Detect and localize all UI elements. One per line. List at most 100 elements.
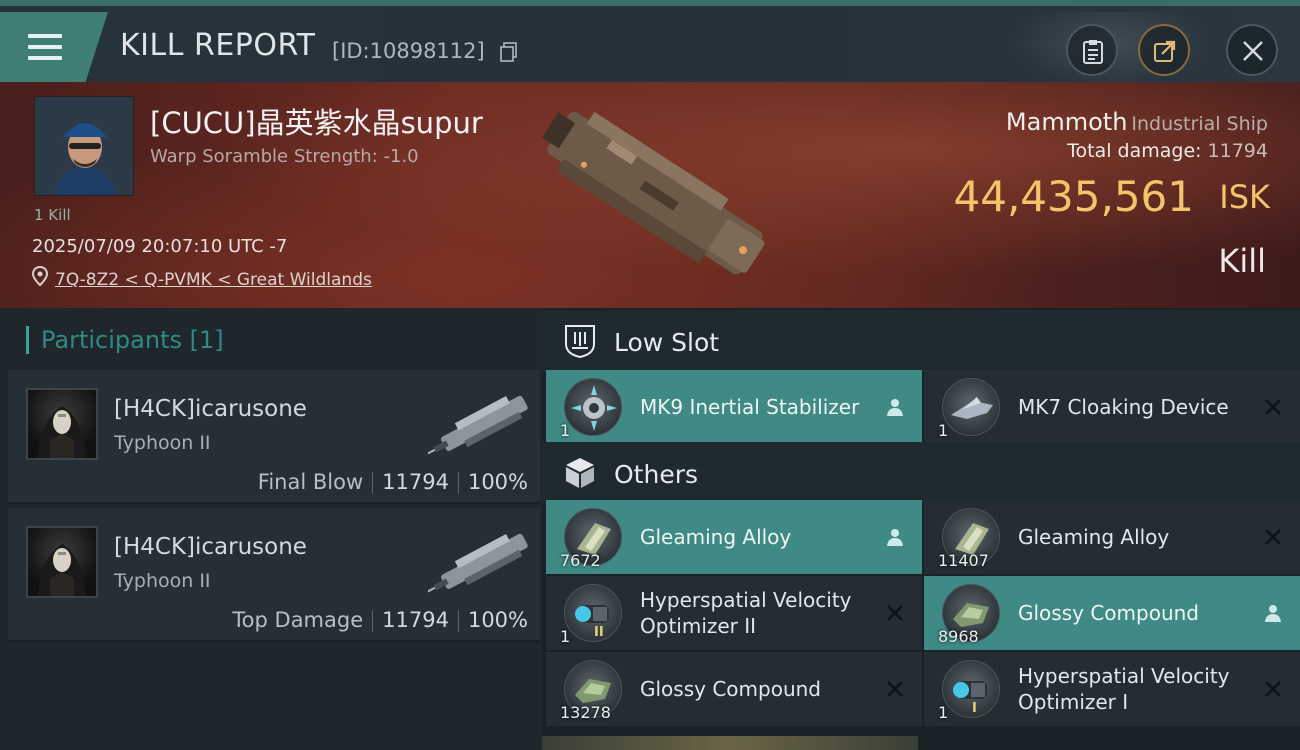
participant-stats: Final Blow 11794 100% — [258, 470, 528, 494]
dropped-person-icon — [1265, 605, 1281, 622]
menu-button[interactable] — [0, 12, 108, 86]
victim-banner: [CUCU]晶英紫水晶supur Warp Soramble Strength:… — [0, 82, 1300, 308]
close-button[interactable] — [1226, 24, 1278, 76]
participant-ship-image — [428, 395, 528, 460]
participants-panel: Participants [1] [H4CK]icarusone Typhoon… — [0, 308, 542, 750]
item-card[interactable]: 11407 Gleaming Alloy — [924, 500, 1300, 574]
victim-ship-image — [541, 111, 765, 275]
cube-icon — [566, 458, 594, 488]
others-label: Others — [614, 460, 699, 489]
dropped-person-icon — [887, 399, 903, 416]
participant-row[interactable]: [H4CK]icarusone Typhoon II Top Damage 117… — [8, 508, 540, 642]
participant-ship: Typhoon II — [114, 432, 211, 454]
header-bar: KILL REPORT [ID:10898112] — [0, 0, 1300, 88]
pilot-portrait — [35, 97, 133, 195]
fitting-items-panel: Low Slot 1 MK9 Inertial Stabilizer 1 MK7… — [542, 308, 1300, 750]
kill-location-link[interactable]: 7Q-8Z2 < Q-PVMK < Great Wildlands — [55, 270, 372, 290]
section-low-slot: Low Slot — [542, 310, 1300, 372]
item-name: Glossy Compound — [640, 677, 821, 701]
participant-avatar — [26, 526, 98, 598]
isk-value: 44,435,561 — [953, 172, 1194, 221]
kill-result-label: Kill — [1218, 242, 1266, 280]
participant-role: Final Blow — [257, 470, 364, 494]
copy-icon[interactable] — [500, 42, 518, 62]
hooded-pilot-portrait — [38, 406, 86, 458]
participants-heading-label: Participants — [41, 326, 182, 354]
participant-row[interactable]: [H4CK]icarusone Typhoon II Final Blow 117… — [8, 370, 540, 504]
participant-percent: 100% — [467, 608, 528, 632]
page-title: KILL REPORT — [120, 28, 316, 63]
victim-name[interactable]: [CUCU]晶英紫水晶supur — [150, 100, 483, 142]
destroyed-x-icon — [1265, 399, 1281, 415]
item-quantity: 8968 — [938, 627, 979, 646]
tier-label: I — [972, 701, 977, 716]
share-icon — [1154, 40, 1176, 62]
total-damage: Total damage: 11794 — [1067, 140, 1268, 162]
clipboard-button[interactable] — [1066, 24, 1118, 76]
isk-unit: ISK — [1219, 178, 1270, 216]
tier-label: II — [594, 625, 604, 640]
low-slot-label: Low Slot — [614, 328, 720, 357]
item-quantity: 7672 — [560, 551, 601, 570]
victim-avatar[interactable] — [34, 96, 134, 196]
item-name: MK7 Cloaking Device — [1018, 395, 1229, 419]
low-slot-icon — [565, 325, 595, 358]
dropped-person-icon — [887, 529, 903, 546]
inertial-stabilizer-icon — [564, 378, 622, 436]
ship-name: Mammoth — [1005, 108, 1128, 136]
item-card[interactable]: I 1 Hyperspatial Velocity Optimizer I — [924, 652, 1300, 726]
item-name: Hyperspatial Velocity Optimizer I — [1018, 664, 1230, 714]
cloaking-device-icon — [942, 378, 1000, 436]
victim-ship-type[interactable]: Mammoth Industrial Ship — [1006, 108, 1268, 136]
report-id: [ID:10898112] — [332, 39, 485, 63]
item-name: Gleaming Alloy — [1018, 525, 1170, 549]
item-name: MK9 Inertial Stabilizer — [640, 395, 860, 419]
item-card[interactable]: 1 MK9 Inertial Stabilizer — [546, 370, 922, 444]
destroyed-x-icon — [887, 681, 903, 697]
velocity-optimizer-icon — [564, 584, 622, 642]
participant-ship: Typhoon II — [114, 570, 211, 592]
item-quantity: 1 — [560, 421, 571, 440]
item-card[interactable]: 1 MK7 Cloaking Device — [924, 370, 1300, 444]
partial-item-row[interactable] — [542, 736, 918, 750]
item-quantity: 11407 — [938, 551, 989, 570]
item-quantity: 1 — [560, 627, 571, 646]
destroyed-x-icon — [887, 605, 903, 621]
victim-kill-count: 1 Kill — [34, 206, 71, 224]
destroyed-x-icon — [1265, 681, 1281, 697]
participant-name: [H4CK]icarusone — [114, 396, 307, 422]
hamburger-icon — [28, 34, 62, 60]
total-damage-value: 11794 — [1207, 140, 1268, 162]
clipboard-icon — [1083, 40, 1103, 64]
section-others: Others — [542, 442, 1300, 504]
item-quantity: 1 — [938, 703, 949, 722]
item-card[interactable]: 8968 Glossy Compound — [924, 576, 1300, 650]
item-quantity: 1 — [938, 421, 949, 440]
ship-class: Industrial Ship — [1131, 113, 1268, 135]
participant-damage: 11794 — [382, 608, 449, 632]
participant-name: [H4CK]icarusone — [114, 534, 307, 560]
participants-count: [1] — [189, 326, 224, 354]
hooded-pilot-portrait — [38, 544, 86, 596]
participant-stats: Top Damage 11794 100% — [232, 608, 528, 632]
share-button[interactable] — [1138, 24, 1190, 76]
item-name: Glossy Compound — [1018, 601, 1199, 625]
participant-damage: 11794 — [382, 470, 449, 494]
item-name: Hyperspatial Velocity Optimizer II — [640, 588, 852, 638]
kill-timestamp: 2025/07/09 20:07:10 UTC -7 — [32, 236, 288, 257]
participant-percent: 100% — [467, 470, 528, 494]
participants-heading: Participants [1] — [26, 326, 224, 354]
total-damage-label: Total damage: — [1067, 140, 1202, 162]
warp-scramble-strength: Warp Soramble Strength: -1.0 — [150, 146, 419, 167]
close-icon — [1243, 41, 1263, 61]
participant-role: Top Damage — [232, 608, 364, 632]
item-card[interactable]: II 1 Hyperspatial Velocity Optimizer II — [546, 576, 922, 650]
item-card[interactable]: 7672 Gleaming Alloy — [546, 500, 922, 574]
item-card[interactable]: 13278 Glossy Compound — [546, 652, 922, 726]
location-pin-icon — [32, 266, 48, 286]
participant-ship-image — [428, 533, 528, 598]
item-name: Gleaming Alloy — [640, 525, 792, 549]
destroyed-x-icon — [1265, 529, 1281, 545]
participant-avatar — [26, 388, 98, 460]
item-quantity: 13278 — [560, 703, 611, 722]
